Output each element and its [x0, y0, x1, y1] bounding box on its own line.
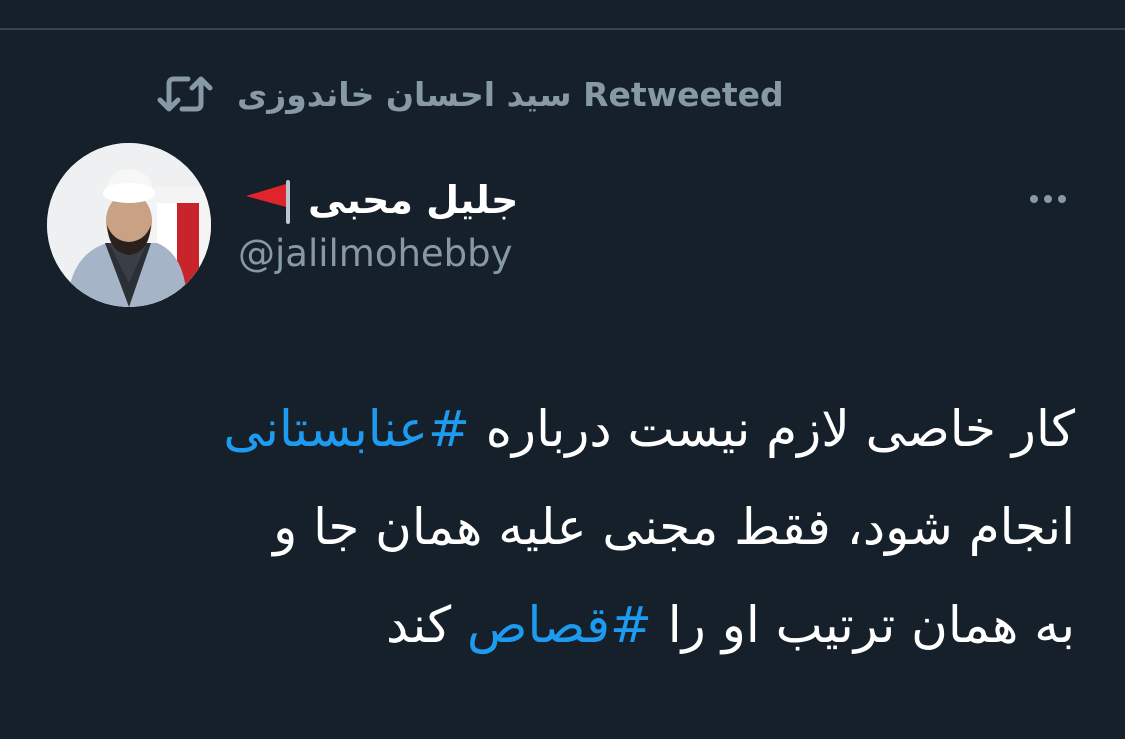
ellipsis-icon [1044, 195, 1052, 203]
tweet-text-segment: به همان ترتیب او را [651, 596, 1075, 654]
tweet-line-3: به همان ترتیب او را #قصاص کند [45, 576, 1075, 674]
hashtag-link[interactable]: #قصاص [467, 596, 652, 654]
display-name[interactable]: جلیل محبی [308, 178, 518, 222]
profile-photo [47, 143, 211, 307]
tweet-line-1: کار خاصی لازم نیست درباره #عنابستانی [45, 380, 1075, 478]
tweet-screenshot: سید احسان خاندوزی Retweeted جلیل محبی @j… [0, 0, 1125, 739]
tweet-text-segment: کند [386, 596, 468, 654]
author-name-row[interactable]: جلیل محبی [238, 170, 518, 230]
avatar[interactable] [47, 143, 211, 307]
tweet-text: کار خاصی لازم نیست درباره #عنابستانی انج… [45, 380, 1075, 674]
author-handle[interactable]: @jalilmohebby [238, 232, 513, 275]
hashtag-link[interactable]: #عنابستانی [223, 400, 469, 458]
retweet-context[interactable]: سید احسان خاندوزی Retweeted [155, 66, 784, 122]
ellipsis-icon [1058, 195, 1066, 203]
tweet-line-2: انجام شود، فقط مجنی علیه همان جا و [45, 478, 1075, 576]
retweet-label: سید احسان خاندوزی Retweeted [237, 74, 784, 114]
retweet-icon [157, 76, 213, 112]
red-flag-icon [246, 180, 290, 224]
more-options-button[interactable] [1020, 182, 1076, 216]
tweet-text-segment: کار خاصی لازم نیست درباره [469, 400, 1075, 458]
ellipsis-icon [1030, 195, 1038, 203]
tweet-text-segment: انجام شود، فقط مجنی علیه همان جا و [273, 498, 1075, 556]
top-divider [0, 28, 1125, 30]
